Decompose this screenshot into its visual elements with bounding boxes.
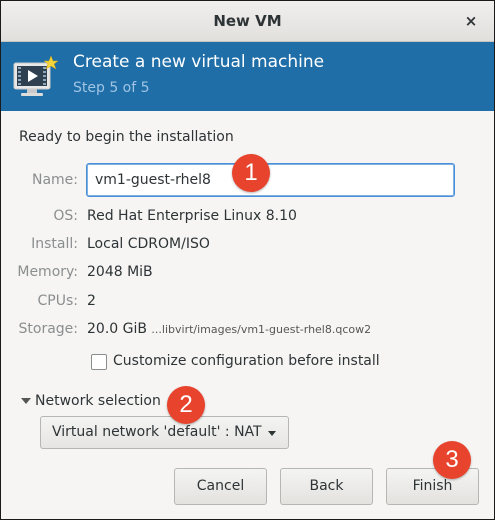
install-value: Local CDROM/ISO [87,236,210,252]
expander-arrow-icon[interactable] [21,398,31,404]
wizard-title: Create a new virtual machine [73,52,325,72]
cpus-value: 2 [87,293,96,309]
vm-name-input[interactable] [86,163,455,197]
annotation-marker-2: 2 [167,386,205,424]
close-icon[interactable]: × [462,12,480,30]
storage-path: ...libvirt/images/vm1-guest-rhel8.qcow2 [151,323,372,336]
ready-heading: Ready to begin the installation [19,129,234,145]
network-source-dropdown[interactable]: Virtual network 'default' : NAT [40,416,289,449]
cancel-button[interactable]: Cancel [174,468,267,505]
annotation-marker-1: 1 [232,154,270,192]
cpus-label: CPUs: [37,293,78,309]
memory-value: 2048 MiB [87,264,153,280]
install-label: Install: [31,236,78,252]
os-label: OS: [53,208,78,224]
dropdown-caret-icon [268,431,276,436]
storage-value: 20.0 GiB ...libvirt/images/vm1-guest-rhe… [87,321,371,337]
wizard-header: Create a new virtual machine Step 5 of 5 [1,42,494,111]
vm-monitor-icon [13,55,59,96]
annotation-marker-3: 3 [433,441,471,479]
window-title: New VM [213,12,282,30]
customize-checkbox[interactable] [91,354,107,370]
name-label: Name: [31,172,78,188]
storage-size: 20.0 GiB [87,321,147,337]
network-source-value: Virtual network 'default' : NAT [52,424,262,440]
new-vm-dialog: New VM × Create a new virtual machine St… [0,0,495,520]
os-value: Red Hat Enterprise Linux 8.10 [87,208,297,224]
back-button[interactable]: Back [280,468,373,505]
network-selection-label[interactable]: Network selection [35,393,161,409]
wizard-step-indicator: Step 5 of 5 [73,80,150,96]
memory-label: Memory: [17,264,78,280]
title-bar[interactable]: New VM × [1,1,494,42]
customize-checkbox-label[interactable]: Customize configuration before install [113,353,380,369]
storage-label: Storage: [18,321,79,337]
